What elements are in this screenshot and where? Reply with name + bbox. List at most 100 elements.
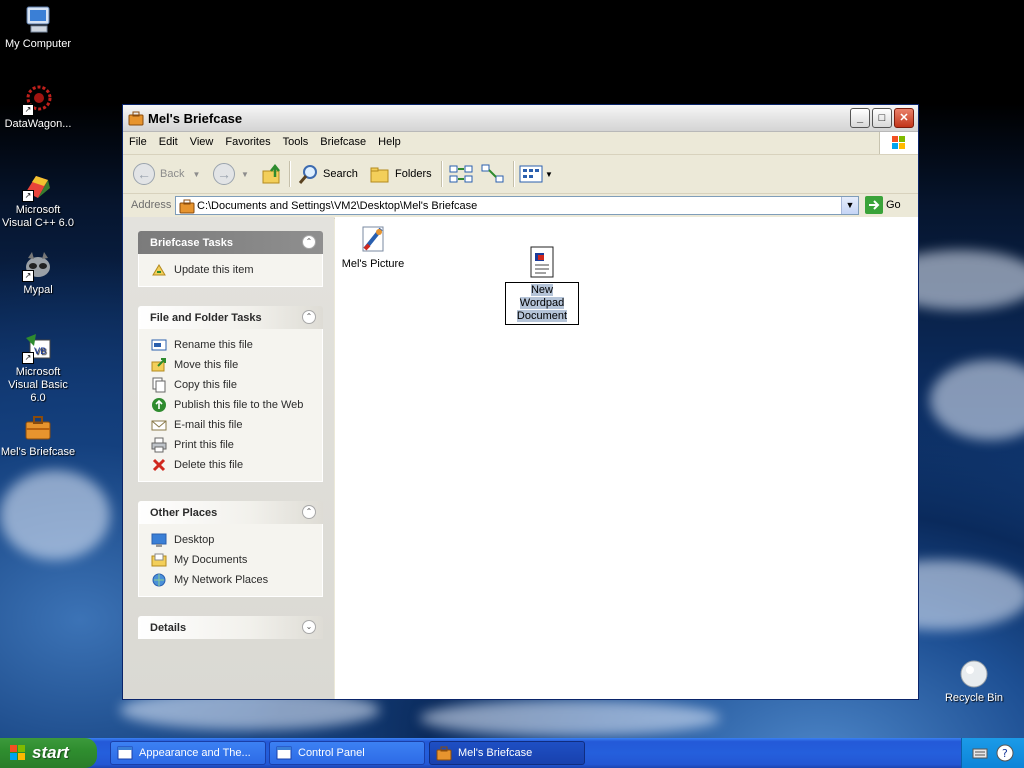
- my-documents-icon: [151, 553, 167, 567]
- panel-body: Update this item: [138, 254, 323, 287]
- chevron-up-icon[interactable]: ⌃: [302, 505, 316, 519]
- menu-bar: File Edit View Favorites Tools Briefcase Help: [123, 132, 918, 155]
- task-label: E-mail this file: [174, 419, 243, 431]
- place-my-documents[interactable]: My Documents: [139, 550, 322, 570]
- menu-favorites[interactable]: Favorites: [219, 132, 276, 148]
- panel-title: Details: [150, 622, 187, 634]
- desktop-icon-label: Microsoft Visual Basic 6.0: [8, 366, 68, 404]
- close-button[interactable]: ✕: [894, 108, 914, 128]
- update-item-icon: [152, 264, 166, 276]
- panel-header-file-folder-tasks[interactable]: File and Folder Tasks ⌃: [138, 306, 323, 329]
- update-selection-button[interactable]: [481, 162, 505, 186]
- address-value: C:\Documents and Settings\VM2\Desktop\Me…: [197, 200, 478, 212]
- desktop-icon-label: Microsoft Visual C++ 6.0: [2, 204, 74, 229]
- panel-header-other-places[interactable]: Other Places ⌃: [138, 501, 323, 524]
- place-my-network-places[interactable]: My Network Places: [139, 570, 322, 590]
- forward-button[interactable]: → ▼: [213, 162, 249, 186]
- file-item-selected[interactable]: New Wordpad Document: [502, 245, 582, 325]
- minimize-button[interactable]: _: [850, 108, 870, 128]
- shortcut-arrow-icon: ↗: [22, 190, 34, 202]
- task-print-file[interactable]: Print this file: [139, 435, 322, 455]
- menu-file[interactable]: File: [123, 132, 153, 148]
- start-button[interactable]: start: [0, 738, 97, 768]
- chevron-down-icon[interactable]: ⌄: [302, 620, 316, 634]
- title-bar[interactable]: Mel's Briefcase _ □ ✕: [123, 105, 918, 132]
- desktop-icon-label: Mypal: [23, 284, 53, 296]
- publish-web-icon: [152, 398, 166, 412]
- menu-edit[interactable]: Edit: [153, 132, 184, 148]
- update-selection-icon: [481, 164, 504, 183]
- task-label: Publish this file to the Web: [174, 399, 304, 411]
- briefcase-icon: [179, 199, 195, 214]
- explorer-window: Mel's Briefcase _ □ ✕ File Edit View Favori…: [122, 104, 919, 700]
- file-view[interactable]: Mel's Picture New Wordpad Document: [335, 217, 918, 699]
- taskbar-task-control-panel[interactable]: Control Panel: [269, 741, 425, 765]
- chevron-down-icon: ▼: [241, 169, 249, 179]
- panel-title: Briefcase Tasks: [150, 237, 233, 249]
- desktop-icon-datawagon[interactable]: ↗ DataWagon...: [0, 84, 76, 131]
- file-label-rename-input[interactable]: New Wordpad Document: [516, 284, 568, 322]
- control-panel-window-icon: [117, 746, 133, 760]
- svg-text:VB: VB: [34, 347, 46, 357]
- panel-header-details[interactable]: Details ⌄: [138, 616, 323, 639]
- chevron-up-icon[interactable]: ⌃: [302, 235, 316, 249]
- shortcut-arrow-icon: ↗: [22, 352, 34, 364]
- desktop-icon-recycle-bin[interactable]: Recycle Bin: [936, 658, 1012, 705]
- desktop-icon-mels-briefcase[interactable]: Mel's Briefcase: [0, 412, 76, 459]
- chevron-up-icon[interactable]: ⌃: [302, 310, 316, 324]
- task-copy-file[interactable]: Copy this file: [139, 375, 322, 395]
- mypal-icon: ↗: [22, 250, 54, 282]
- email-icon: [151, 420, 167, 431]
- address-input[interactable]: C:\Documents and Settings\VM2\Desktop\Me…: [175, 196, 859, 215]
- menu-tools[interactable]: Tools: [277, 132, 315, 148]
- taskbar-task-appearance[interactable]: Appearance and The...: [110, 741, 266, 765]
- taskbar-task-mels-briefcase[interactable]: Mel's Briefcase: [429, 741, 585, 765]
- task-publish-web[interactable]: Publish this file to the Web: [139, 395, 322, 415]
- forward-arrow-icon: →: [213, 163, 235, 185]
- task-rename-file[interactable]: Rename this file: [139, 335, 322, 355]
- address-dropdown-button[interactable]: ▼: [841, 197, 858, 214]
- taskbar-task-label: Appearance and The...: [139, 747, 251, 759]
- briefcase-icon: [22, 412, 54, 444]
- panel-header-briefcase-tasks[interactable]: Briefcase Tasks ⌃: [138, 231, 323, 254]
- panel-other-places: Other Places ⌃ Desktop My Documents My N…: [138, 501, 323, 597]
- desktop-icon-visual-cpp[interactable]: ↗ Microsoft Visual C++ 6.0: [0, 170, 76, 230]
- update-all-icon: [449, 165, 473, 183]
- task-email-file[interactable]: E-mail this file: [139, 415, 322, 435]
- place-desktop[interactable]: Desktop: [139, 530, 322, 550]
- keyboard-icon[interactable]: [972, 745, 988, 761]
- desktop-icon-mypal[interactable]: ↗ Mypal: [0, 250, 76, 297]
- desktop-icon-visual-basic[interactable]: VB ↗ Microsoft Visual Basic 6.0: [0, 332, 76, 405]
- views-icon: [519, 165, 543, 183]
- menu-help[interactable]: Help: [372, 132, 407, 148]
- task-label: Delete this file: [174, 459, 244, 471]
- panel-title: Other Places: [150, 507, 218, 519]
- task-delete-file[interactable]: Delete this file: [139, 455, 322, 475]
- file-item[interactable]: Mel's Picture: [339, 223, 407, 270]
- menu-briefcase[interactable]: Briefcase: [314, 132, 372, 148]
- up-folder-button[interactable]: [261, 162, 283, 186]
- panel-briefcase-tasks: Briefcase Tasks ⌃ Update this item: [138, 231, 323, 287]
- task-move-file[interactable]: Move this file: [139, 355, 322, 375]
- maximize-button[interactable]: □: [872, 108, 892, 128]
- shortcut-arrow-icon: ↗: [22, 104, 34, 116]
- place-label: My Network Places: [174, 574, 269, 586]
- task-label: Rename this file: [174, 339, 253, 351]
- views-button[interactable]: ▼: [519, 162, 553, 186]
- menu-view[interactable]: View: [184, 132, 220, 148]
- task-update-this-item[interactable]: Update this item: [139, 260, 322, 280]
- update-all-button[interactable]: [449, 162, 473, 186]
- svg-text:?: ?: [1002, 747, 1008, 760]
- go-button[interactable]: Go: [865, 196, 901, 214]
- help-icon[interactable]: ?: [996, 744, 1014, 762]
- network-places-icon: [152, 573, 166, 587]
- folders-button[interactable]: Folders: [369, 162, 432, 186]
- briefcase-icon: [436, 746, 452, 761]
- desktop-icon-label: Recycle Bin: [944, 692, 1004, 704]
- desktop-icon-my-computer[interactable]: My Computer: [0, 4, 76, 51]
- search-button[interactable]: Search: [297, 162, 358, 186]
- shortcut-arrow-icon: ↗: [22, 270, 34, 282]
- go-arrow-icon: [865, 196, 883, 214]
- back-button[interactable]: ← Back ▼: [133, 162, 200, 186]
- visual-cpp-icon: ↗: [22, 170, 54, 202]
